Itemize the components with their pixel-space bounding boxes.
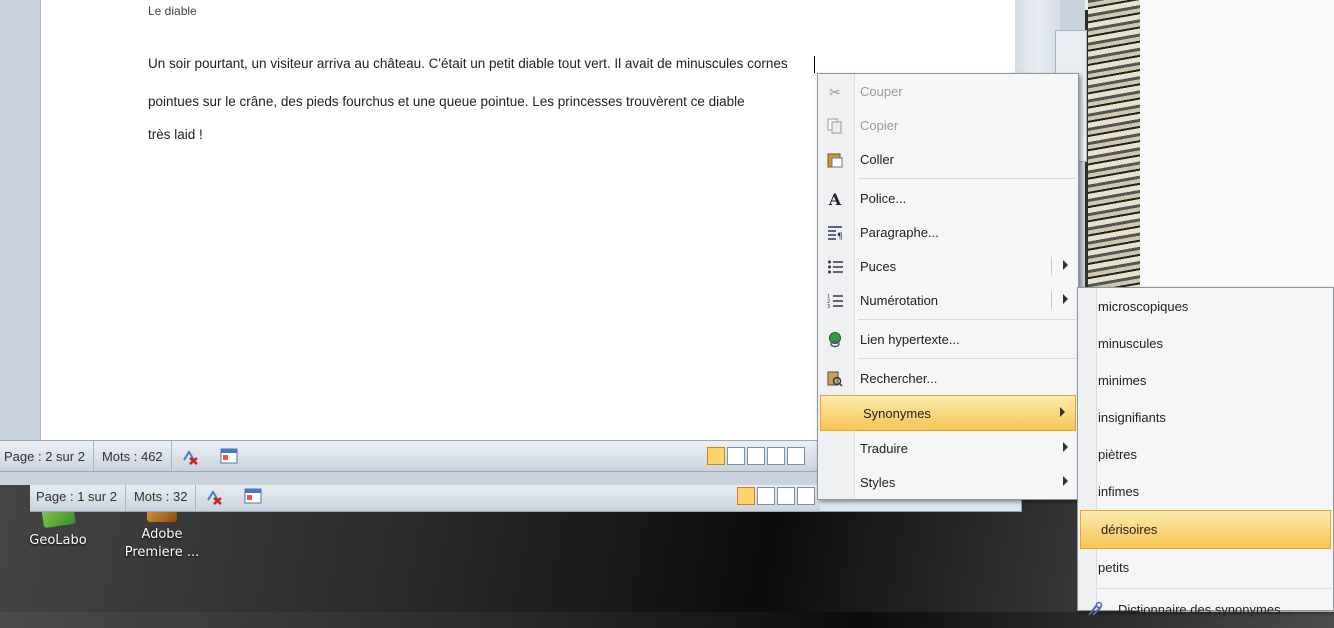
menu-item-synonymes[interactable]: Synonymes xyxy=(820,395,1076,431)
menu-item-label: Synonymes xyxy=(863,405,931,421)
proofing-icon[interactable] xyxy=(204,485,226,507)
submenu-arrow-icon xyxy=(1063,442,1068,452)
view-buttons-front[interactable] xyxy=(707,447,805,465)
desktop-icon-label: GeoLabo xyxy=(29,533,87,548)
side-picture xyxy=(1088,0,1140,295)
outline-button[interactable] xyxy=(767,447,785,465)
menu-separator xyxy=(858,178,1076,179)
menu-separator xyxy=(858,358,1076,359)
bullets-icon xyxy=(826,258,844,276)
view-buttons-back[interactable] xyxy=(737,487,815,505)
proofing-icon[interactable] xyxy=(180,445,202,467)
font-icon: A xyxy=(828,189,842,209)
submenu-arrow-icon[interactable] xyxy=(1063,294,1068,304)
document-line-3[interactable]: très laid ! xyxy=(148,127,203,142)
web-layout-button[interactable] xyxy=(777,487,795,505)
synonym-item[interactable]: infimes xyxy=(1078,473,1333,510)
submenu-arrow-icon[interactable] xyxy=(1063,260,1068,270)
menu-item-police[interactable]: A Police... xyxy=(818,181,1078,215)
menu-item-label: Lien hypertexte... xyxy=(860,331,960,347)
text-cursor xyxy=(814,56,815,73)
synonym-item[interactable]: petits xyxy=(1078,549,1333,586)
svg-text:¶: ¶ xyxy=(837,232,843,241)
context-menu: ✂ Couper Copier Coller A Police... ¶ Par… xyxy=(817,73,1079,500)
menu-item-copier[interactable]: Copier xyxy=(818,108,1078,142)
menu-item-traduire[interactable]: Traduire xyxy=(818,431,1078,465)
hyperlink-icon xyxy=(826,331,844,349)
menu-item-lien-hypertexte[interactable]: Lien hypertexte... xyxy=(818,322,1078,356)
page-indicator[interactable]: Page : 2 sur 2 xyxy=(0,441,94,471)
menu-item-label: Couper xyxy=(860,83,903,99)
menu-item-label: Styles xyxy=(860,474,896,490)
word-count[interactable]: Mots : 462 xyxy=(94,441,172,471)
research-icon xyxy=(826,370,844,388)
synonym-item[interactable]: minuscules xyxy=(1078,325,1333,362)
menu-item-label: Paragraphe... xyxy=(860,224,939,240)
menu-item-label: Copier xyxy=(860,117,899,133)
desktop-icon-label-2: Premiere ... xyxy=(124,545,200,560)
document-line-2[interactable]: pointues sur le crâne, des pieds fourchu… xyxy=(148,94,745,109)
synonyms-submenu: microscopiques minuscules minimes insign… xyxy=(1077,287,1334,617)
page-indicator[interactable]: Page : 1 sur 2 xyxy=(30,481,126,511)
synonym-item[interactable]: minimes xyxy=(1078,362,1333,399)
menu-item-label: Traduire xyxy=(860,440,908,456)
full-screen-button[interactable] xyxy=(757,487,775,505)
full-screen-button[interactable] xyxy=(727,447,745,465)
synonym-item[interactable]: piètres xyxy=(1078,436,1333,473)
status-bar-front: Page : 2 sur 2 Mots : 462 xyxy=(0,440,820,472)
paragraph-icon: ¶ xyxy=(826,224,844,242)
menu-split-divider xyxy=(1051,257,1052,275)
draft-button[interactable] xyxy=(787,447,805,465)
menu-item-label: Coller xyxy=(860,151,894,167)
submenu-arrow-icon xyxy=(1060,407,1065,417)
menu-item-numerotation[interactable]: 123 Numérotation xyxy=(818,283,1078,317)
synonym-item-highlighted[interactable]: dérisoires xyxy=(1080,510,1331,549)
menu-item-rechercher[interactable]: Rechercher... xyxy=(818,361,1078,395)
synonym-item[interactable]: insignifiants xyxy=(1078,399,1333,436)
menu-separator xyxy=(858,319,1076,320)
web-layout-button[interactable] xyxy=(747,447,765,465)
menu-item-label: Numérotation xyxy=(860,292,939,308)
document-line-1[interactable]: Un soir pourtant, un visiteur arriva au … xyxy=(148,56,788,71)
submenu-arrow-icon xyxy=(1063,476,1068,486)
menu-item-paragraphe[interactable]: ¶ Paragraphe... xyxy=(818,215,1078,249)
menu-item-label: Puces xyxy=(860,258,897,274)
macro-icon[interactable] xyxy=(218,445,240,467)
menu-item-label: Rechercher... xyxy=(860,370,938,386)
print-layout-button[interactable] xyxy=(737,487,755,505)
thesaurus-icon xyxy=(1086,600,1104,618)
document-heading: Le diable xyxy=(148,4,197,18)
paste-icon xyxy=(826,151,844,169)
menu-item-puces[interactable]: Puces xyxy=(818,249,1078,283)
menu-separator xyxy=(1098,588,1331,589)
menu-item-styles[interactable]: Styles xyxy=(818,465,1078,499)
menu-item-label: Police... xyxy=(860,190,907,206)
scissors-icon: ✂ xyxy=(829,83,841,100)
print-layout-button[interactable] xyxy=(707,447,725,465)
menu-split-divider xyxy=(1051,291,1052,309)
menu-item-couper[interactable]: ✂ Couper xyxy=(818,74,1078,108)
macro-icon[interactable] xyxy=(242,485,264,507)
synonym-item[interactable]: microscopiques xyxy=(1078,288,1333,325)
outline-button[interactable] xyxy=(797,487,815,505)
numbering-icon: 123 xyxy=(826,292,844,310)
copy-icon xyxy=(826,117,844,135)
svg-text:3: 3 xyxy=(827,304,830,309)
desktop-icon-label: Adobe xyxy=(141,527,183,542)
menu-item-label: Dictionnaire des synonymes... xyxy=(1118,602,1292,617)
menu-item-coller[interactable]: Coller xyxy=(818,142,1078,176)
word-count[interactable]: Mots : 32 xyxy=(126,481,197,511)
menu-item-thesaurus[interactable]: Dictionnaire des synonymes... xyxy=(1078,591,1333,628)
